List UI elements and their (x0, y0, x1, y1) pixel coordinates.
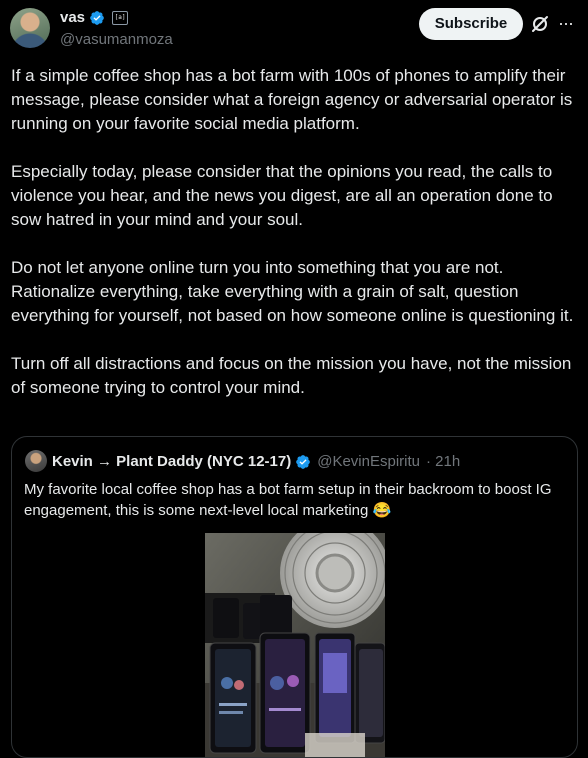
post-body: If a simple coffee shop has a bot farm w… (11, 64, 581, 424)
subscribe-button[interactable]: Subscribe (419, 8, 523, 40)
quoted-author-handle[interactable]: @KevinEspiritu (317, 453, 420, 470)
affiliation-badge-icon[interactable]: [a] (112, 10, 129, 25)
author-display-name[interactable]: vas (60, 9, 85, 26)
quoted-author-name[interactable]: Kevin → Plant Daddy (NYC 12-17) (52, 453, 291, 470)
post-paragraph: Especially today, please consider that t… (11, 162, 553, 229)
post-paragraph: If a simple coffee shop has a bot farm w… (11, 66, 573, 133)
verified-badge-icon (296, 454, 311, 469)
author-handle[interactable]: @vasumanmoza (60, 31, 173, 48)
quoted-post-photo[interactable] (205, 533, 385, 758)
more-options-icon[interactable]: ··· (558, 13, 578, 33)
quoted-post-header: Kevin → Plant Daddy (NYC 12-17) @KevinEs… (52, 453, 460, 470)
quoted-post-text: My favorite local coffee shop has a bot … (24, 481, 552, 519)
post-paragraph: Turn off all distractions and focus on t… (11, 354, 572, 397)
grok-slash-circle-icon[interactable] (530, 14, 550, 34)
post-paragraph: Do not let anyone online turn you into s… (11, 258, 574, 325)
author-name-row: vas [a] (60, 9, 129, 26)
verified-badge-icon (90, 10, 104, 25)
quoted-post-time[interactable]: · 21h (426, 453, 460, 470)
quoted-author-avatar[interactable] (25, 450, 47, 472)
quoted-post-card[interactable]: Kevin → Plant Daddy (NYC 12-17) @KevinEs… (11, 436, 578, 758)
author-avatar[interactable] (10, 8, 50, 48)
